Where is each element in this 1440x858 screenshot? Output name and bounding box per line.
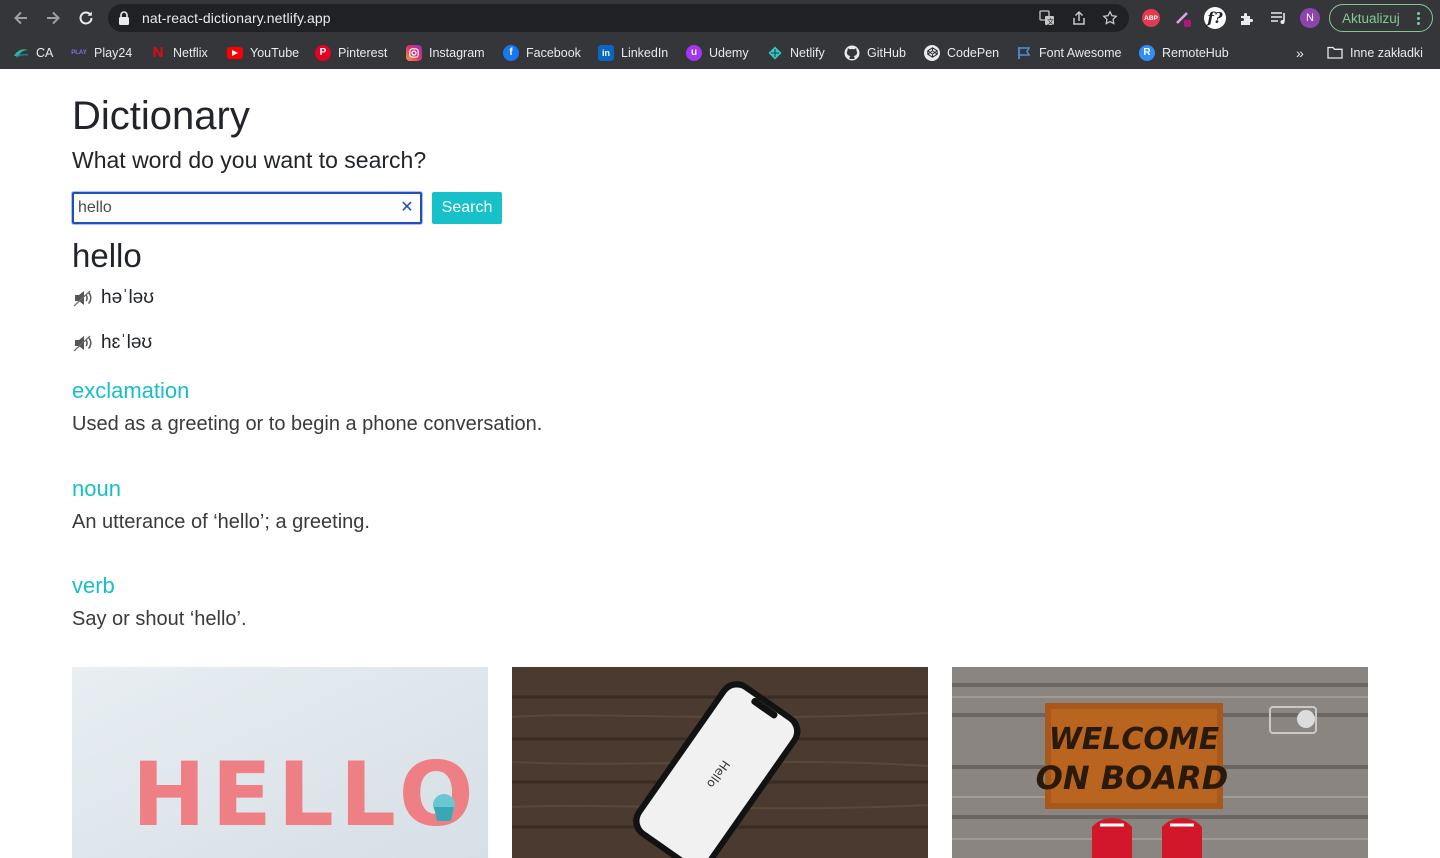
- bookmark-netlify[interactable]: Netlify: [767, 44, 825, 61]
- profile-avatar[interactable]: N: [1299, 7, 1321, 29]
- back-arrow-icon: [14, 11, 27, 25]
- bookmark-facebook[interactable]: f Facebook: [503, 44, 581, 61]
- speaker-icon[interactable]: [72, 288, 94, 308]
- phonetic-row: həˈləʊ: [72, 287, 154, 309]
- colorpicker-extension-icon[interactable]: [1172, 7, 1194, 29]
- netflix-icon: N: [152, 44, 164, 61]
- welcome-mat-text-line2: ON BOARD: [1036, 759, 1229, 797]
- bookmark-remotehub[interactable]: R RemoteHub: [1139, 44, 1229, 61]
- hello-letters-photo[interactable]: HELLO: [72, 667, 488, 858]
- share-icon[interactable]: [1070, 9, 1088, 27]
- search-field[interactable]: ✕: [72, 192, 422, 224]
- clear-search-icon[interactable]: ✕: [400, 200, 414, 216]
- bookmark-netflix[interactable]: N Netflix: [150, 44, 208, 61]
- lock-icon: [119, 11, 129, 25]
- github-icon: [844, 45, 860, 61]
- ca-icon: [13, 45, 29, 61]
- phonetic-text: həˈləʊ: [101, 287, 155, 308]
- dictionary-page: Dictionary What word do you want to sear…: [0, 69, 1440, 858]
- font-finder-icon[interactable]: f?: [1204, 7, 1226, 29]
- reload-icon: [79, 11, 93, 25]
- bookmarks-bar: CA PLAY Play24 N Netflix YouTube P Pinte…: [0, 36, 1440, 69]
- more-bookmarks-button[interactable]: »: [1296, 44, 1304, 61]
- pinterest-icon: P: [315, 44, 331, 61]
- bookmark-ca[interactable]: CA: [13, 44, 53, 61]
- phonetic-row: hɛˈləʊ: [72, 332, 152, 354]
- translate-icon[interactable]: 文: [1038, 9, 1056, 27]
- bookmark-pinterest[interactable]: P Pinterest: [315, 44, 387, 61]
- codepen-icon: [924, 44, 940, 61]
- url-text: nat-react-dictionary.netlify.app: [142, 10, 331, 26]
- part-of-speech: verb: [72, 573, 115, 598]
- part-of-speech: exclamation: [72, 378, 190, 403]
- remotehub-icon: R: [1139, 44, 1155, 61]
- other-bookmarks-folder[interactable]: Inne zakładki: [1327, 44, 1423, 61]
- hello-letters-text: HELLO: [132, 743, 480, 846]
- search-prompt: What word do you want to search?: [72, 147, 427, 173]
- play24-icon: PLAY: [71, 49, 87, 56]
- definition: Say or shout ‘hello’.: [72, 608, 247, 630]
- netlify-icon: [767, 45, 783, 61]
- reload-button[interactable]: [75, 7, 97, 29]
- update-button[interactable]: Aktualizuj: [1329, 4, 1433, 32]
- youtube-icon: [227, 46, 243, 59]
- forward-button[interactable]: [42, 7, 64, 29]
- phonetic-text: hɛˈləʊ: [101, 332, 153, 353]
- forward-arrow-icon: [47, 11, 60, 25]
- folder-icon: [1327, 45, 1343, 61]
- font-awesome-icon: [1016, 45, 1032, 61]
- back-button[interactable]: [10, 7, 32, 29]
- bookmark-linkedin[interactable]: in LinkedIn: [598, 44, 668, 61]
- adblock-icon[interactable]: ABP: [1140, 7, 1162, 29]
- part-of-speech: noun: [72, 476, 121, 501]
- bookmark-udemy[interactable]: u Udemy: [686, 44, 749, 61]
- phone-hello-photo[interactable]: Hello: [512, 667, 928, 858]
- bookmark-font-awesome[interactable]: Font Awesome: [1016, 44, 1121, 61]
- bookmark-star-icon[interactable]: [1101, 9, 1119, 27]
- page-title: Dictionary: [72, 94, 250, 138]
- welcome-mat-photo[interactable]: WELCOME ON BOARD: [952, 667, 1368, 858]
- bookmark-instagram[interactable]: Instagram: [406, 44, 485, 61]
- instagram-icon: [406, 44, 422, 61]
- browser-toolbar: nat-react-dictionary.netlify.app 文 ABP f…: [0, 0, 1440, 36]
- bookmark-play24[interactable]: PLAY Play24: [71, 44, 132, 61]
- result-word: hello: [72, 237, 142, 274]
- search-button[interactable]: Search: [432, 192, 502, 224]
- svg-text:文: 文: [1047, 17, 1054, 26]
- linkedin-icon: in: [598, 44, 614, 61]
- facebook-icon: f: [503, 44, 519, 61]
- media-queue-icon[interactable]: [1268, 7, 1290, 29]
- bookmark-codepen[interactable]: CodePen: [924, 44, 999, 61]
- welcome-mat-text-line1: WELCOME: [1049, 722, 1220, 757]
- speaker-icon[interactable]: [72, 333, 94, 353]
- bookmark-github[interactable]: GitHub: [844, 44, 906, 61]
- definition: An utterance of ‘hello’; a greeting.: [72, 511, 370, 533]
- extensions-puzzle-icon[interactable]: [1236, 7, 1258, 29]
- definition: Used as a greeting or to begin a phone c…: [72, 413, 543, 435]
- update-label: Aktualizuj: [1342, 10, 1400, 26]
- search-input[interactable]: [78, 197, 388, 219]
- address-bar[interactable]: nat-react-dictionary.netlify.app 文: [108, 4, 1129, 32]
- menu-kebab-icon: [1417, 12, 1420, 27]
- udemy-icon: u: [686, 44, 702, 61]
- bookmark-youtube[interactable]: YouTube: [227, 44, 299, 61]
